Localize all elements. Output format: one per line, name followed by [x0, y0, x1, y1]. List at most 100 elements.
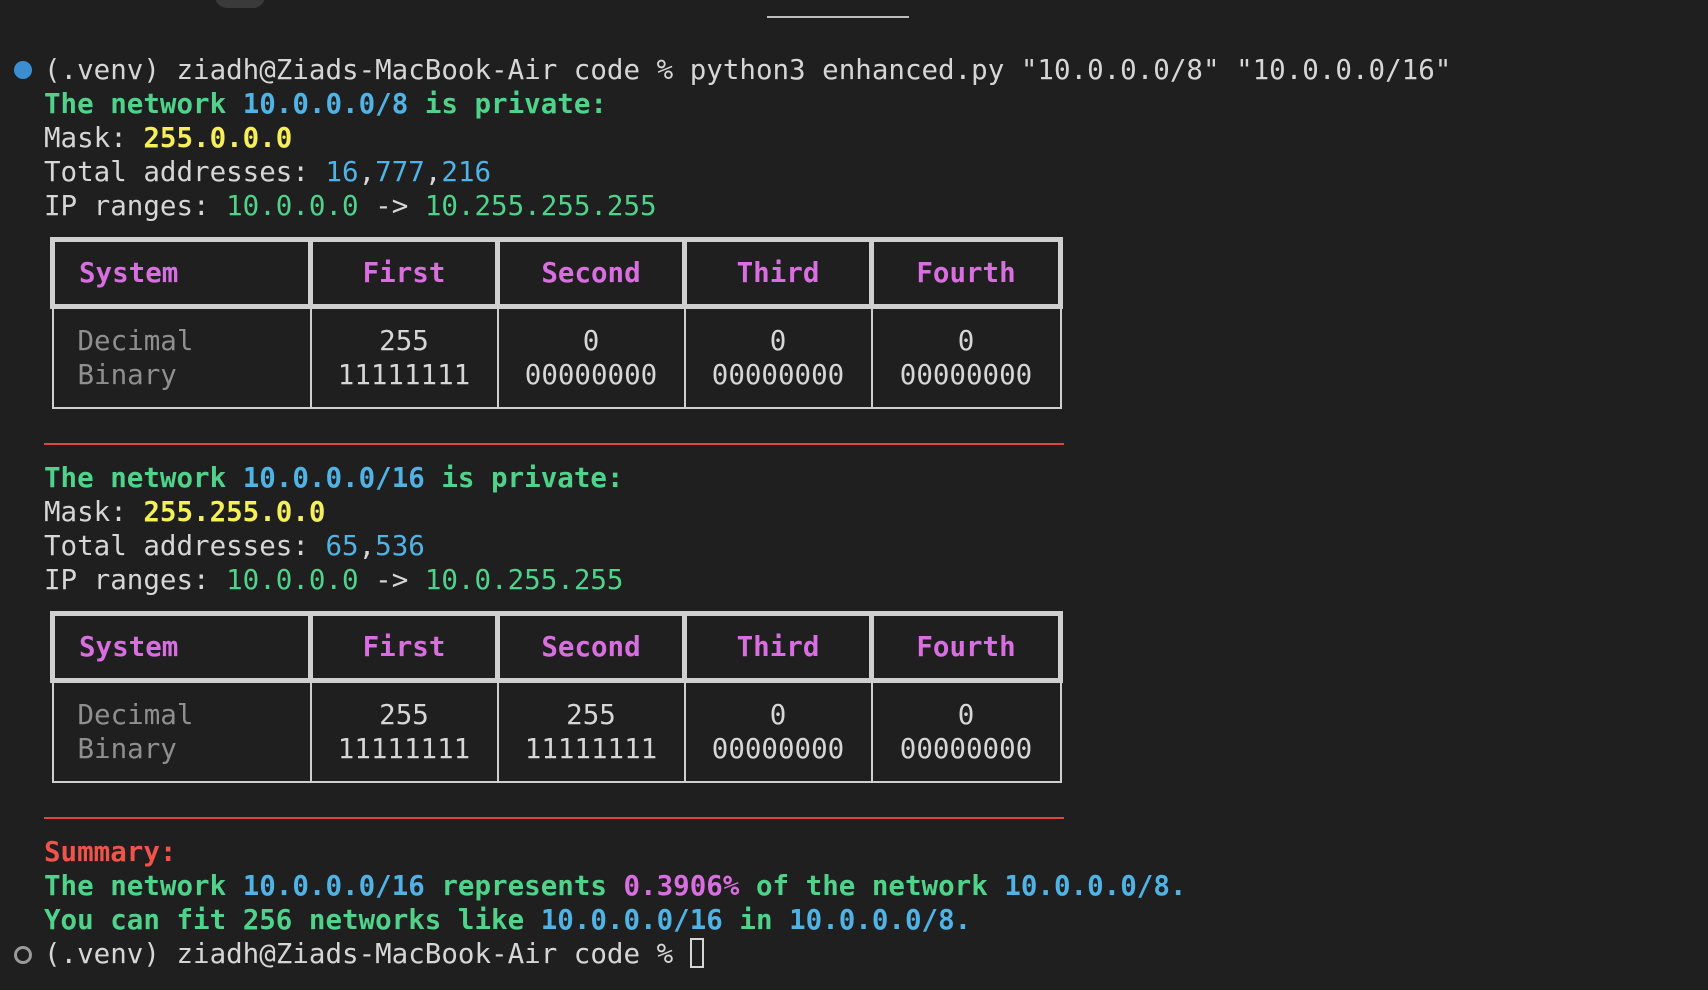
- total-separator: ,: [358, 530, 376, 562]
- table-cell: 255 11111111: [309, 679, 499, 783]
- range-end: 10.255.255.255: [424, 190, 657, 222]
- table-cell: 0 00000000: [870, 305, 1062, 409]
- summary-count: 256: [242, 904, 293, 936]
- table-header: System: [50, 611, 313, 683]
- table-cell: 0 00000000: [683, 305, 873, 409]
- table-header: First: [308, 611, 500, 683]
- table-header: Third: [682, 237, 874, 309]
- total-part: 536: [375, 530, 425, 562]
- table-header: System: [50, 237, 313, 309]
- section-divider: [44, 443, 1064, 445]
- row-label-decimal: Decimal: [77, 699, 194, 731]
- range-start: 10.0.0.0: [226, 190, 359, 222]
- network-header: The network 10.0.0.0/8 is private:: [44, 87, 607, 121]
- binary-value: 00000000: [524, 359, 658, 391]
- row-label-binary: Binary: [77, 733, 177, 765]
- table-cell: 0 00000000: [496, 305, 686, 409]
- decimal-value: 0: [582, 325, 600, 357]
- mask-line: Mask: 255.255.0.0: [44, 495, 325, 529]
- decimal-value: 255: [379, 699, 429, 731]
- summary-cidr: 10.0.0.0/16: [540, 904, 723, 936]
- decimal-value: 0: [769, 699, 787, 731]
- total-label: Total addresses:: [44, 156, 326, 188]
- summary-cidr: 10.0.0.0/8.: [789, 904, 972, 936]
- table-row: Decimal Binary 255 11111111 0 00000000 0 000…: [51, 305, 1062, 409]
- summary-line-1: The network 10.0.0.0/16 represents 0.390…: [44, 869, 1186, 903]
- network-header-prefix: The network: [44, 88, 243, 120]
- summary-text: You can fit: [44, 904, 243, 936]
- prompt-status-icon[interactable]: [14, 946, 32, 964]
- ip-ranges-line: IP ranges: 10.0.0.0 -> 10.0.255.255: [44, 563, 624, 597]
- decimal-value: 255: [379, 325, 429, 357]
- network-header: The network 10.0.0.0/16 is private:: [44, 461, 624, 495]
- total-part: 65: [325, 530, 359, 562]
- table-header: Fourth: [869, 237, 1063, 309]
- table-cell-system: Decimal Binary: [51, 679, 312, 783]
- active-tab-indicator: [767, 16, 909, 18]
- table-cell: 255 11111111: [309, 305, 499, 409]
- binary-value: 11111111: [524, 733, 658, 765]
- decimal-value: 0: [769, 325, 787, 357]
- total-addresses-line: Total addresses: 16,777,216: [44, 155, 491, 189]
- network-header-prefix: The network: [44, 462, 243, 494]
- total-label: Total addresses:: [44, 530, 326, 562]
- table-header-row: System First Second Third Fourth: [50, 611, 1063, 683]
- total-separator: ,: [358, 156, 376, 188]
- table-cell: 0 00000000: [870, 679, 1062, 783]
- binary-value: 11111111: [337, 733, 471, 765]
- mask-label: Mask:: [44, 496, 144, 528]
- command-status-success-icon[interactable]: [14, 61, 32, 79]
- range-arrow: ->: [358, 564, 425, 596]
- summary-text: represents: [424, 870, 624, 902]
- binary-value: 00000000: [899, 733, 1033, 765]
- mask-value: 255.255.0.0: [143, 496, 326, 528]
- mask-table: System First Second Third Fourth Decimal…: [50, 611, 1063, 783]
- ranges-label: IP ranges:: [44, 190, 227, 222]
- total-part: 777: [375, 156, 425, 188]
- decimal-value: 0: [957, 699, 975, 731]
- summary-percentage: 0.3906%: [623, 870, 740, 902]
- scrollbar-thumb[interactable]: [215, 0, 265, 8]
- mask-value: 255.0.0.0: [143, 122, 293, 154]
- decimal-value: 255: [566, 699, 616, 731]
- network-header-suffix: is private:: [424, 462, 624, 494]
- range-start: 10.0.0.0: [226, 564, 359, 596]
- ip-ranges-line: IP ranges: 10.0.0.0 -> 10.255.255.255: [44, 189, 657, 223]
- summary-text: in: [722, 904, 790, 936]
- table-cell-system: Decimal Binary: [51, 305, 312, 409]
- mask-label: Mask:: [44, 122, 144, 154]
- network-header-suffix: is private:: [408, 88, 607, 120]
- total-separator: ,: [424, 156, 442, 188]
- summary-title: Summary:: [44, 835, 176, 869]
- table-header-row: System First Second Third Fourth: [50, 237, 1063, 309]
- summary-cidr: 10.0.0.0/8.: [1004, 870, 1187, 902]
- table-row: Decimal Binary 255 11111111 255 11111111 00…: [51, 679, 1062, 783]
- table-header: Third: [682, 611, 874, 683]
- total-addresses-line: Total addresses: 65,536: [44, 529, 425, 563]
- section-divider: [44, 817, 1064, 819]
- binary-value: 00000000: [711, 733, 845, 765]
- binary-value: 00000000: [711, 359, 845, 391]
- table-cell: 255 11111111: [496, 679, 686, 783]
- binary-value: 11111111: [337, 359, 471, 391]
- table-header: Fourth: [869, 611, 1063, 683]
- range-arrow: ->: [358, 190, 425, 222]
- total-part: 216: [441, 156, 492, 188]
- text-cursor: [689, 938, 704, 968]
- network-cidr: 10.0.0.0/8: [242, 88, 409, 120]
- network-cidr: 10.0.0.0/16: [242, 462, 425, 494]
- shell-prompt: (.venv) ziadh@Ziads-MacBook-Air code %: [44, 54, 674, 86]
- binary-value: 00000000: [899, 359, 1033, 391]
- final-prompt-line[interactable]: (.venv) ziadh@Ziads-MacBook-Air code %: [44, 937, 704, 971]
- command-text: python3 enhanced.py "10.0.0.0/8" "10.0.0…: [673, 54, 1452, 86]
- summary-line-2: You can fit 256 networks like 10.0.0.0/1…: [44, 903, 971, 937]
- row-label-binary: Binary: [77, 359, 177, 391]
- table-header: Second: [495, 237, 687, 309]
- row-label-decimal: Decimal: [77, 325, 194, 357]
- range-end: 10.0.255.255: [424, 564, 624, 596]
- command-line: (.venv) ziadh@Ziads-MacBook-Air code % p…: [44, 53, 1451, 87]
- summary-text: The network: [44, 870, 243, 902]
- total-part: 16: [325, 156, 359, 188]
- table-header: Second: [495, 611, 687, 683]
- table-cell: 0 00000000: [683, 679, 873, 783]
